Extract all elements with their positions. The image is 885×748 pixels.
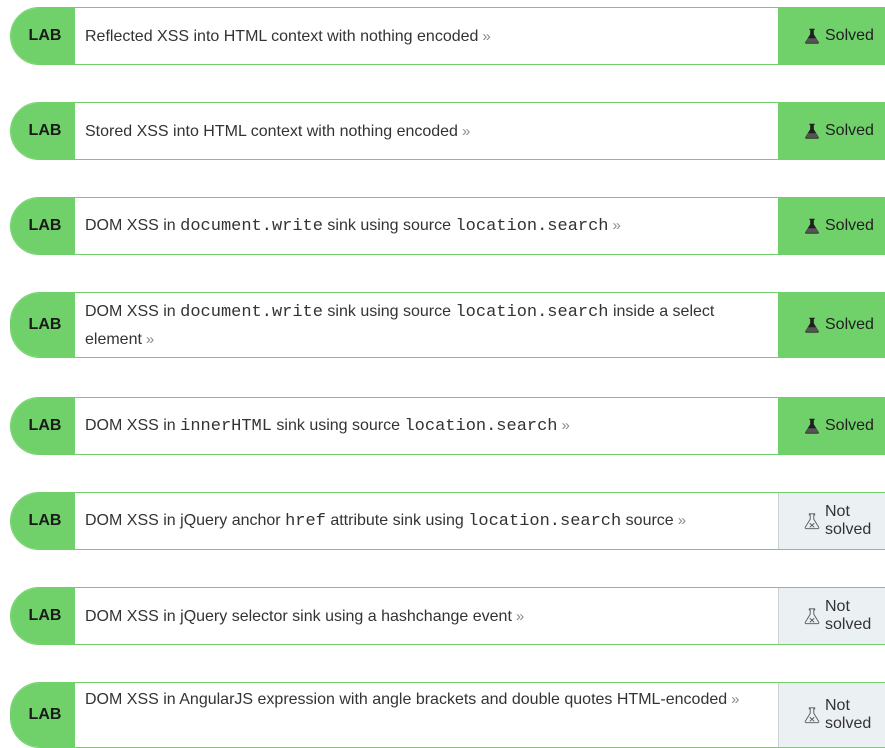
title-text-part: DOM XSS in jQuery anchor	[85, 512, 286, 529]
chevron-right-icon: »	[731, 691, 740, 708]
title-text-part: sink using source	[322, 302, 456, 320]
chevron-right-icon: »	[515, 607, 525, 625]
lab-title-link[interactable]: Reflected XSS into HTML context with not…	[75, 8, 778, 64]
status-label: Solved	[825, 217, 874, 234]
flask-outline-icon	[803, 607, 825, 625]
title-text-part: DOM XSS in jQuery selector sink using a …	[85, 607, 512, 625]
status-label: Not solved	[825, 503, 872, 538]
lab-title-link[interactable]: Stored XSS into HTML context with nothin…	[75, 103, 778, 159]
lab-badge: LAB	[11, 588, 75, 644]
code-token: document.write	[180, 302, 323, 322]
status-label: Not solved	[825, 697, 872, 732]
title-text-part: DOM XSS in	[85, 302, 181, 320]
lab-title-text: DOM XSS in document.write sink using sou…	[85, 212, 621, 240]
lab-badge: LAB	[11, 293, 75, 357]
lab-title-link[interactable]: DOM XSS in document.write sink using sou…	[75, 198, 778, 254]
title-text-part: sink using source	[271, 417, 405, 434]
title-text-part: DOM XSS in	[85, 417, 181, 434]
lab-badge: LAB	[11, 103, 75, 159]
flask-filled-icon	[803, 27, 825, 45]
status-solved-badge: Solved	[778, 398, 885, 454]
title-text-part: DOM XSS in	[85, 217, 181, 234]
lab-row[interactable]: LAB DOM XSS in document.write sink using …	[10, 292, 885, 358]
lab-title-link[interactable]: DOM XSS in AngularJS expression with ang…	[75, 683, 778, 747]
flask-filled-icon	[803, 122, 825, 140]
lab-badge: LAB	[11, 8, 75, 64]
lab-row[interactable]: LAB DOM XSS in innerHTML sink using sourc…	[10, 397, 885, 455]
flask-filled-icon	[803, 316, 825, 334]
status-label: Solved	[825, 27, 874, 44]
status-label: Solved	[825, 122, 874, 139]
lab-title-link[interactable]: DOM XSS in document.write sink using sou…	[75, 293, 778, 357]
chevron-right-icon: »	[561, 417, 570, 434]
title-text-part: source	[621, 512, 674, 529]
lab-title-link[interactable]: DOM XSS in jQuery selector sink using a …	[75, 588, 778, 644]
chevron-right-icon: »	[612, 217, 621, 234]
code-token: location.search	[404, 417, 558, 436]
lab-title-text: Stored XSS into HTML context with nothin…	[85, 118, 470, 145]
title-text-part: DOM XSS in AngularJS expression with ang…	[85, 691, 728, 708]
lab-title-text: Reflected XSS into HTML context with not…	[85, 23, 491, 50]
flask-filled-icon	[803, 417, 825, 435]
chevron-right-icon: »	[677, 512, 687, 529]
status-solved-badge: Solved	[778, 293, 885, 357]
code-token: location.search	[455, 302, 609, 322]
lab-badge: LAB	[11, 398, 75, 454]
flask-filled-icon	[803, 217, 825, 235]
code-token: location.search	[455, 217, 609, 236]
flask-outline-icon	[803, 706, 825, 724]
code-token: location.search	[468, 512, 622, 531]
lab-title-link[interactable]: DOM XSS in innerHTML sink using source l…	[75, 398, 778, 454]
flask-outline-icon	[803, 512, 825, 530]
lab-row[interactable]: LAB Reflected XSS into HTML context with …	[10, 7, 885, 65]
lab-title-text: DOM XSS in jQuery anchor href attribute …	[85, 507, 686, 535]
lab-title-text: DOM XSS in innerHTML sink using source l…	[85, 412, 570, 440]
title-text-part: Reflected XSS into HTML context with not…	[85, 27, 479, 45]
title-text-part: sink using source	[322, 217, 456, 234]
lab-title-link[interactable]: DOM XSS in jQuery anchor href attribute …	[75, 493, 778, 549]
status-not-solved-badge: Not solved	[778, 493, 885, 549]
lab-row[interactable]: LAB Stored XSS into HTML context with not…	[10, 102, 885, 160]
lab-badge: LAB	[11, 493, 75, 549]
status-not-solved-badge: Not solved	[778, 588, 885, 644]
status-label: Not solved	[825, 598, 872, 633]
lab-row[interactable]: LAB DOM XSS in document.write sink using …	[10, 197, 885, 255]
status-solved-badge: Solved	[778, 103, 885, 159]
lab-title-text: DOM XSS in AngularJS expression with ang…	[85, 686, 739, 713]
status-not-solved-badge: Not solved	[778, 683, 885, 747]
title-text-part: Stored XSS into HTML context with nothin…	[85, 122, 458, 140]
status-label: Solved	[825, 417, 874, 434]
chevron-right-icon: »	[145, 330, 155, 348]
lab-title-text: DOM XSS in document.write sink using sou…	[85, 298, 764, 353]
lab-row[interactable]: LAB DOM XSS in jQuery selector sink using…	[10, 587, 885, 645]
code-token: innerHTML	[180, 417, 272, 436]
chevron-right-icon: »	[482, 27, 491, 45]
lab-row[interactable]: LAB DOM XSS in AngularJS expression with …	[10, 682, 885, 748]
lab-title-text: DOM XSS in jQuery selector sink using a …	[85, 603, 524, 630]
status-solved-badge: Solved	[778, 8, 885, 64]
code-token: document.write	[180, 217, 323, 236]
code-token: href	[285, 512, 326, 531]
lab-row[interactable]: LAB DOM XSS in jQuery anchor href attribu…	[10, 492, 885, 550]
status-solved-badge: Solved	[778, 198, 885, 254]
chevron-right-icon: »	[461, 122, 471, 140]
title-text-part: attribute sink using	[325, 512, 469, 529]
lab-badge: LAB	[11, 683, 75, 747]
status-label: Solved	[825, 316, 874, 333]
lab-badge: LAB	[11, 198, 75, 254]
